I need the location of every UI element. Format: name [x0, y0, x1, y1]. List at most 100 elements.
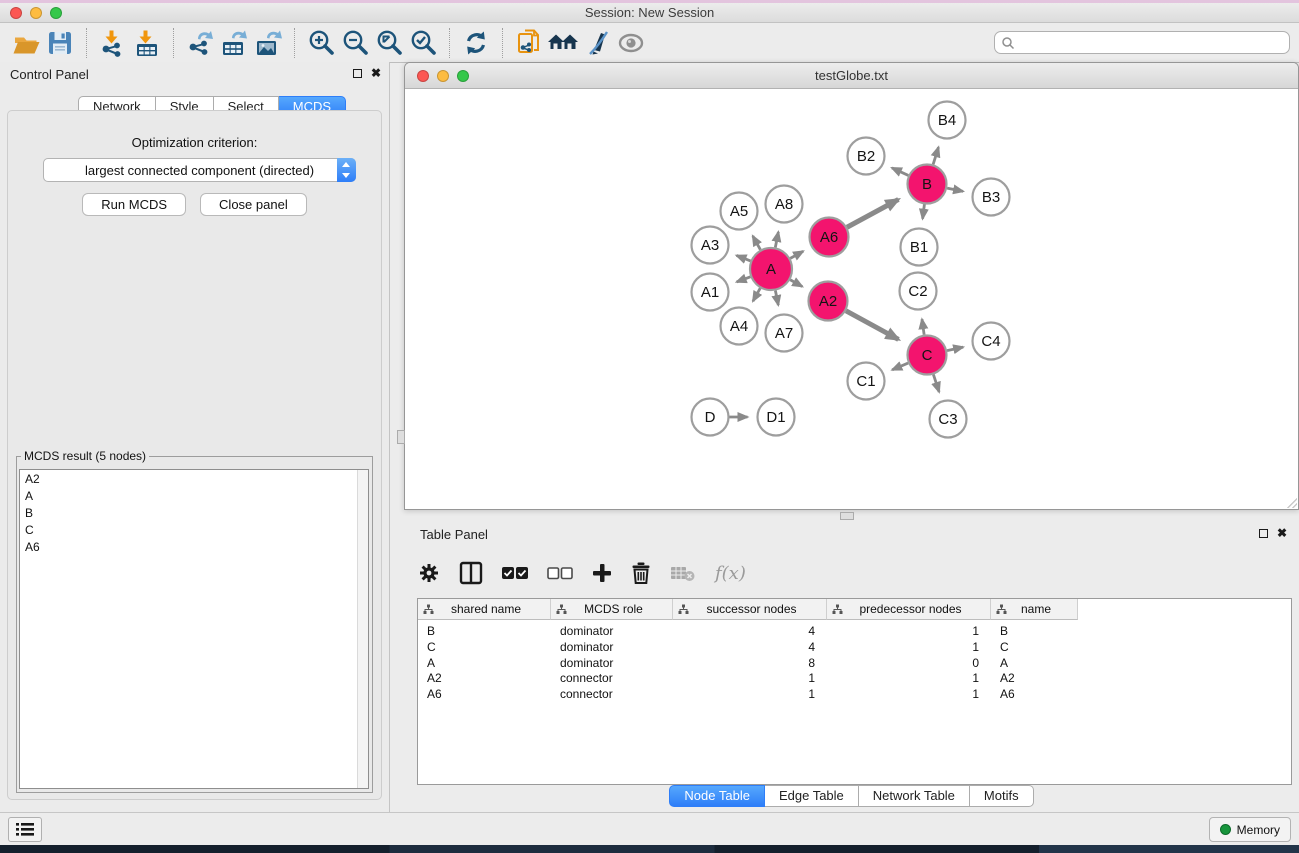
- table-cell[interactable]: B: [991, 623, 1078, 639]
- mcds-result-item[interactable]: A2: [20, 470, 368, 487]
- graph-edge-A-A3[interactable]: [737, 255, 751, 261]
- graph-node-A[interactable]: A: [750, 248, 792, 290]
- float-table-panel-icon[interactable]: [1259, 529, 1268, 538]
- zoom-in-button[interactable]: [304, 27, 338, 59]
- column-header-name[interactable]: name: [991, 599, 1078, 620]
- column-header-shared-name[interactable]: shared name: [418, 599, 551, 620]
- graph-node-C3[interactable]: C3: [930, 401, 967, 438]
- graph-edge-B-B4[interactable]: [933, 147, 938, 164]
- column-header-predecessor-nodes[interactable]: predecessor nodes: [827, 599, 991, 620]
- table-settings-button[interactable]: [418, 562, 440, 584]
- tab-motifs[interactable]: Motifs: [970, 785, 1034, 807]
- graph-node-A7[interactable]: A7: [766, 315, 803, 352]
- graph-edge-A-A1[interactable]: [737, 277, 751, 282]
- table-cell[interactable]: connector: [551, 686, 673, 702]
- graphics-details-button[interactable]: [580, 27, 614, 59]
- graph-edge-A-A6[interactable]: [790, 251, 803, 258]
- graph-edge-B-B3[interactable]: [947, 188, 963, 191]
- graph-edge-A-A4[interactable]: [753, 288, 760, 301]
- graph-node-D[interactable]: D: [692, 399, 729, 436]
- export-network-button[interactable]: [183, 27, 217, 59]
- import-network-button[interactable]: [96, 27, 130, 59]
- graph-node-A5[interactable]: A5: [721, 193, 758, 230]
- graph-edge-B-B1[interactable]: [923, 204, 925, 218]
- table-cell[interactable]: A2: [991, 670, 1078, 686]
- graph-node-B[interactable]: B: [908, 165, 947, 204]
- export-image-button[interactable]: [251, 27, 285, 59]
- table-cell[interactable]: C: [418, 639, 551, 655]
- table-cell[interactable]: 1: [673, 686, 827, 702]
- network-canvas[interactable]: AA1A2A3A4A5A6A7A8BB1B2B3B4CC1C2C3C4DD1: [405, 89, 1298, 509]
- table-cell[interactable]: A: [991, 655, 1078, 671]
- splitter-handle-horizontal[interactable]: [840, 512, 854, 520]
- table-cell[interactable]: A: [418, 655, 551, 671]
- optimization-criterion-dropdown[interactable]: largest connected component (directed): [43, 158, 356, 182]
- table-cell[interactable]: A6: [991, 686, 1078, 702]
- graph-edge-C-C3[interactable]: [933, 374, 939, 391]
- run-mcds-button[interactable]: Run MCDS: [82, 193, 186, 216]
- select-all-columns-button[interactable]: [502, 566, 528, 580]
- graph-node-A4[interactable]: A4: [721, 308, 758, 345]
- graph-edge-C-C2[interactable]: [922, 319, 924, 334]
- graph-edge-B-B2[interactable]: [892, 168, 908, 176]
- mcds-result-item[interactable]: A6: [20, 538, 368, 555]
- graph-node-A3[interactable]: A3: [692, 227, 729, 264]
- table-cell[interactable]: 1: [827, 686, 991, 702]
- graph-edge-A6-B[interactable]: [847, 199, 898, 227]
- zoom-selected-button[interactable]: [406, 27, 440, 59]
- graph-node-A8[interactable]: A8: [766, 186, 803, 223]
- mcds-result-item[interactable]: B: [20, 504, 368, 521]
- graph-edge-C-C4[interactable]: [947, 347, 963, 351]
- table-cell[interactable]: 1: [827, 639, 991, 655]
- mcds-result-item[interactable]: A: [20, 487, 368, 504]
- graph-node-B2[interactable]: B2: [848, 138, 885, 175]
- table-cell[interactable]: connector: [551, 670, 673, 686]
- new-network-from-selection-button[interactable]: [512, 27, 546, 59]
- table-cell[interactable]: 4: [673, 623, 827, 639]
- show-panels-button[interactable]: [8, 817, 42, 842]
- zoom-fit-button[interactable]: [372, 27, 406, 59]
- graph-node-A1[interactable]: A1: [692, 274, 729, 311]
- splitter-handle-vertical[interactable]: [397, 430, 405, 444]
- graph-node-B4[interactable]: B4: [929, 102, 966, 139]
- close-panel-button[interactable]: Close panel: [200, 193, 307, 216]
- node-table[interactable]: shared nameMCDS rolesuccessor nodesprede…: [417, 598, 1292, 785]
- table-cell[interactable]: dominator: [551, 623, 673, 639]
- graph-node-C1[interactable]: C1: [848, 363, 885, 400]
- close-table-panel-icon[interactable]: ✖: [1277, 528, 1287, 539]
- tab-edge-table[interactable]: Edge Table: [765, 785, 859, 807]
- table-cell[interactable]: C: [991, 639, 1078, 655]
- graph-node-C[interactable]: C: [908, 336, 947, 375]
- graph-node-B1[interactable]: B1: [901, 229, 938, 266]
- show-hide-annotations-button[interactable]: [614, 27, 648, 59]
- graph-edge-A-A7[interactable]: [775, 291, 778, 306]
- graph-edge-C-C1[interactable]: [892, 363, 908, 370]
- apply-layout-button[interactable]: [459, 27, 493, 59]
- graph-node-D1[interactable]: D1: [758, 399, 795, 436]
- graph-node-C2[interactable]: C2: [900, 273, 937, 310]
- graph-node-B3[interactable]: B3: [973, 179, 1010, 216]
- column-header-MCDS-role[interactable]: MCDS role: [551, 599, 673, 620]
- graph-edge-A-A8[interactable]: [775, 232, 778, 247]
- mcds-result-list[interactable]: A2ABCA6: [19, 469, 369, 789]
- close-panel-icon[interactable]: ✖: [371, 68, 381, 79]
- float-panel-icon[interactable]: [353, 69, 362, 78]
- network-window-titlebar[interactable]: testGlobe.txt: [405, 63, 1298, 89]
- table-cell[interactable]: 1: [673, 670, 827, 686]
- graph-edge-A-A2[interactable]: [790, 280, 802, 287]
- create-column-button[interactable]: [592, 563, 612, 583]
- table-cell[interactable]: B: [418, 623, 551, 639]
- table-cell[interactable]: dominator: [551, 655, 673, 671]
- table-cell[interactable]: 1: [827, 623, 991, 639]
- export-table-button[interactable]: [217, 27, 251, 59]
- table-cell[interactable]: 0: [827, 655, 991, 671]
- open-file-button[interactable]: [9, 27, 43, 59]
- table-cell[interactable]: 8: [673, 655, 827, 671]
- mcds-result-item[interactable]: C: [20, 521, 368, 538]
- delete-column-button[interactable]: [631, 562, 651, 584]
- scrollbar-track[interactable]: [357, 470, 368, 788]
- memory-button[interactable]: Memory: [1209, 817, 1291, 842]
- table-cell[interactable]: 4: [673, 639, 827, 655]
- graph-node-A2[interactable]: A2: [809, 282, 848, 321]
- table-cell[interactable]: A2: [418, 670, 551, 686]
